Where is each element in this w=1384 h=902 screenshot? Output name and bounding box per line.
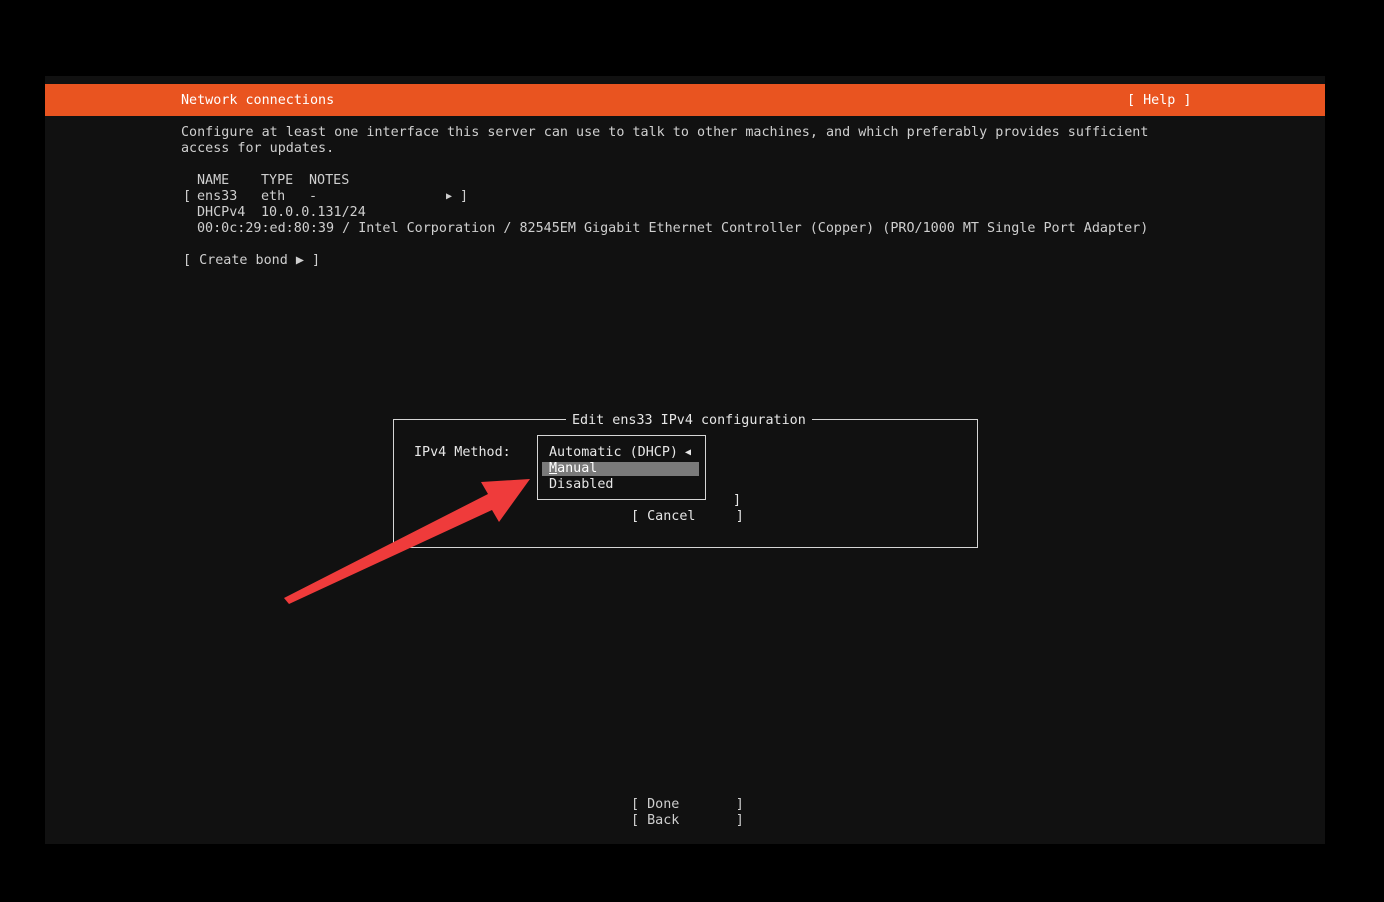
dropdown-option-disabled-label: Disabled: [549, 477, 614, 492]
dropdown-current-label: Automatic (DHCP): [549, 445, 678, 460]
ipv4-method-dropdown[interactable]: Automatic (DHCP) ◀ Manual Disabled: [537, 435, 706, 500]
intro-line-1: Configure at least one interface this se…: [181, 125, 1149, 140]
page-title: Network connections: [181, 93, 335, 108]
dhcp-label: DHCPv4: [197, 205, 246, 220]
done-button[interactable]: [ Done ]: [631, 797, 744, 813]
cancel-button[interactable]: [ Cancel ]: [631, 509, 744, 525]
dropdown-option-disabled[interactable]: Disabled: [542, 478, 699, 492]
ip-address: 10.0.0.131/24: [261, 205, 366, 220]
hardware-info: 00:0c:29:ed:80:39 / Intel Corporation / …: [197, 221, 1149, 236]
row-bracket-open: [: [183, 189, 192, 204]
row-bracket-close: ]: [460, 189, 469, 204]
create-bond-button[interactable]: [ Create bond ▶ ]: [183, 253, 320, 269]
row-menu-arrow-icon[interactable]: ▶: [446, 189, 452, 205]
dropdown-current-option[interactable]: Automatic (DHCP) ◀: [542, 446, 699, 460]
intro-line-2: access for updates.: [181, 141, 335, 156]
interface-type: eth: [261, 189, 286, 204]
column-header-notes: NOTES: [309, 173, 350, 188]
dropdown-option-manual[interactable]: Manual: [542, 462, 699, 476]
help-button[interactable]: [ Help ]: [1127, 93, 1192, 109]
interface-notes: -: [309, 189, 318, 204]
intro-text: Configure at least one interface this se…: [181, 125, 1148, 157]
save-button-bracket[interactable]: ]: [733, 493, 741, 509]
dropdown-collapse-arrow-icon[interactable]: ◀: [685, 446, 691, 460]
interface-name: ens33: [197, 189, 238, 204]
ipv4-method-label: IPv4 Method:: [414, 445, 511, 460]
column-header-type: TYPE: [261, 173, 294, 188]
dropdown-option-manual-label: Manual: [549, 461, 598, 476]
column-header-name: NAME: [197, 173, 230, 188]
dialog-title: Edit ens33 IPv4 configuration: [566, 413, 812, 429]
back-button[interactable]: [ Back ]: [631, 813, 744, 829]
